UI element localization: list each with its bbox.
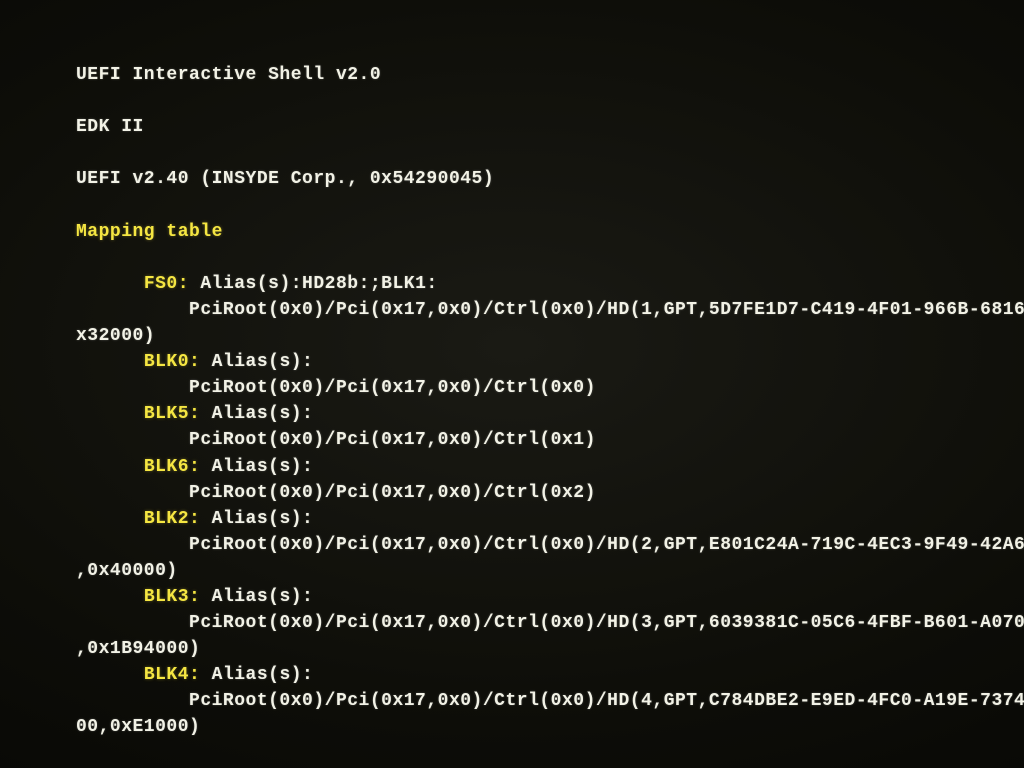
device-entry-header: FS0: Alias(s):HD28b:;BLK1: — [76, 271, 1024, 297]
device-alias: Alias(s): — [212, 457, 314, 477]
device-path: PciRoot(0x0)/Pci(0x17,0x0)/Ctrl(0x0)/HD(… — [76, 688, 1024, 714]
device-alias: Alias(s):HD28b:;BLK1: — [200, 274, 437, 294]
device-entry-header: BLK2: Alias(s): — [76, 506, 1024, 532]
device-path: PciRoot(0x0)/Pci(0x17,0x0)/Ctrl(0x2) — [76, 480, 1024, 506]
device-alias: Alias(s): — [212, 404, 314, 424]
device-entry-header: BLK0: Alias(s): — [76, 349, 1024, 375]
device-name: FS0: — [144, 274, 189, 294]
device-path: PciRoot(0x0)/Pci(0x17,0x0)/Ctrl(0x0) — [76, 375, 1024, 401]
device-path: PciRoot(0x0)/Pci(0x17,0x0)/Ctrl(0x0)/HD(… — [76, 297, 1024, 323]
device-entry-header: BLK5: Alias(s): — [76, 401, 1024, 427]
device-name: BLK2: — [144, 509, 201, 529]
device-alias: Alias(s): — [212, 352, 314, 372]
device-entry-header: BLK3: Alias(s): — [76, 584, 1024, 610]
header-line-1: UEFI Interactive Shell v2.0 — [76, 62, 1024, 88]
header-line-2: EDK II — [76, 114, 1024, 140]
device-name: BLK3: — [144, 587, 201, 607]
device-path: PciRoot(0x0)/Pci(0x17,0x0)/Ctrl(0x0)/HD(… — [76, 532, 1024, 558]
device-name: BLK6: — [144, 457, 201, 477]
device-path: PciRoot(0x0)/Pci(0x17,0x0)/Ctrl(0x0)/HD(… — [76, 610, 1024, 636]
mapping-table-label: Mapping table — [76, 219, 1024, 245]
device-path-continuation: ,0x1B94000) — [76, 636, 1024, 662]
device-entry-header: BLK4: Alias(s): — [76, 662, 1024, 688]
uefi-shell-screen[interactable]: UEFI Interactive Shell v2.0 EDK II UEFI … — [0, 0, 1024, 768]
header-line-3: UEFI v2.40 (INSYDE Corp., 0x54290045) — [76, 166, 1024, 192]
device-path-continuation: x32000) — [76, 323, 1024, 349]
device-name: BLK0: — [144, 352, 201, 372]
device-path-continuation: ,0x40000) — [76, 558, 1024, 584]
device-name: BLK5: — [144, 404, 201, 424]
device-alias: Alias(s): — [212, 665, 314, 685]
device-path: PciRoot(0x0)/Pci(0x17,0x0)/Ctrl(0x1) — [76, 427, 1024, 453]
device-path-continuation: 00,0xE1000) — [76, 714, 1024, 740]
device-entry-header: BLK6: Alias(s): — [76, 454, 1024, 480]
device-alias: Alias(s): — [212, 587, 314, 607]
device-name: BLK4: — [144, 665, 201, 685]
device-alias: Alias(s): — [212, 509, 314, 529]
